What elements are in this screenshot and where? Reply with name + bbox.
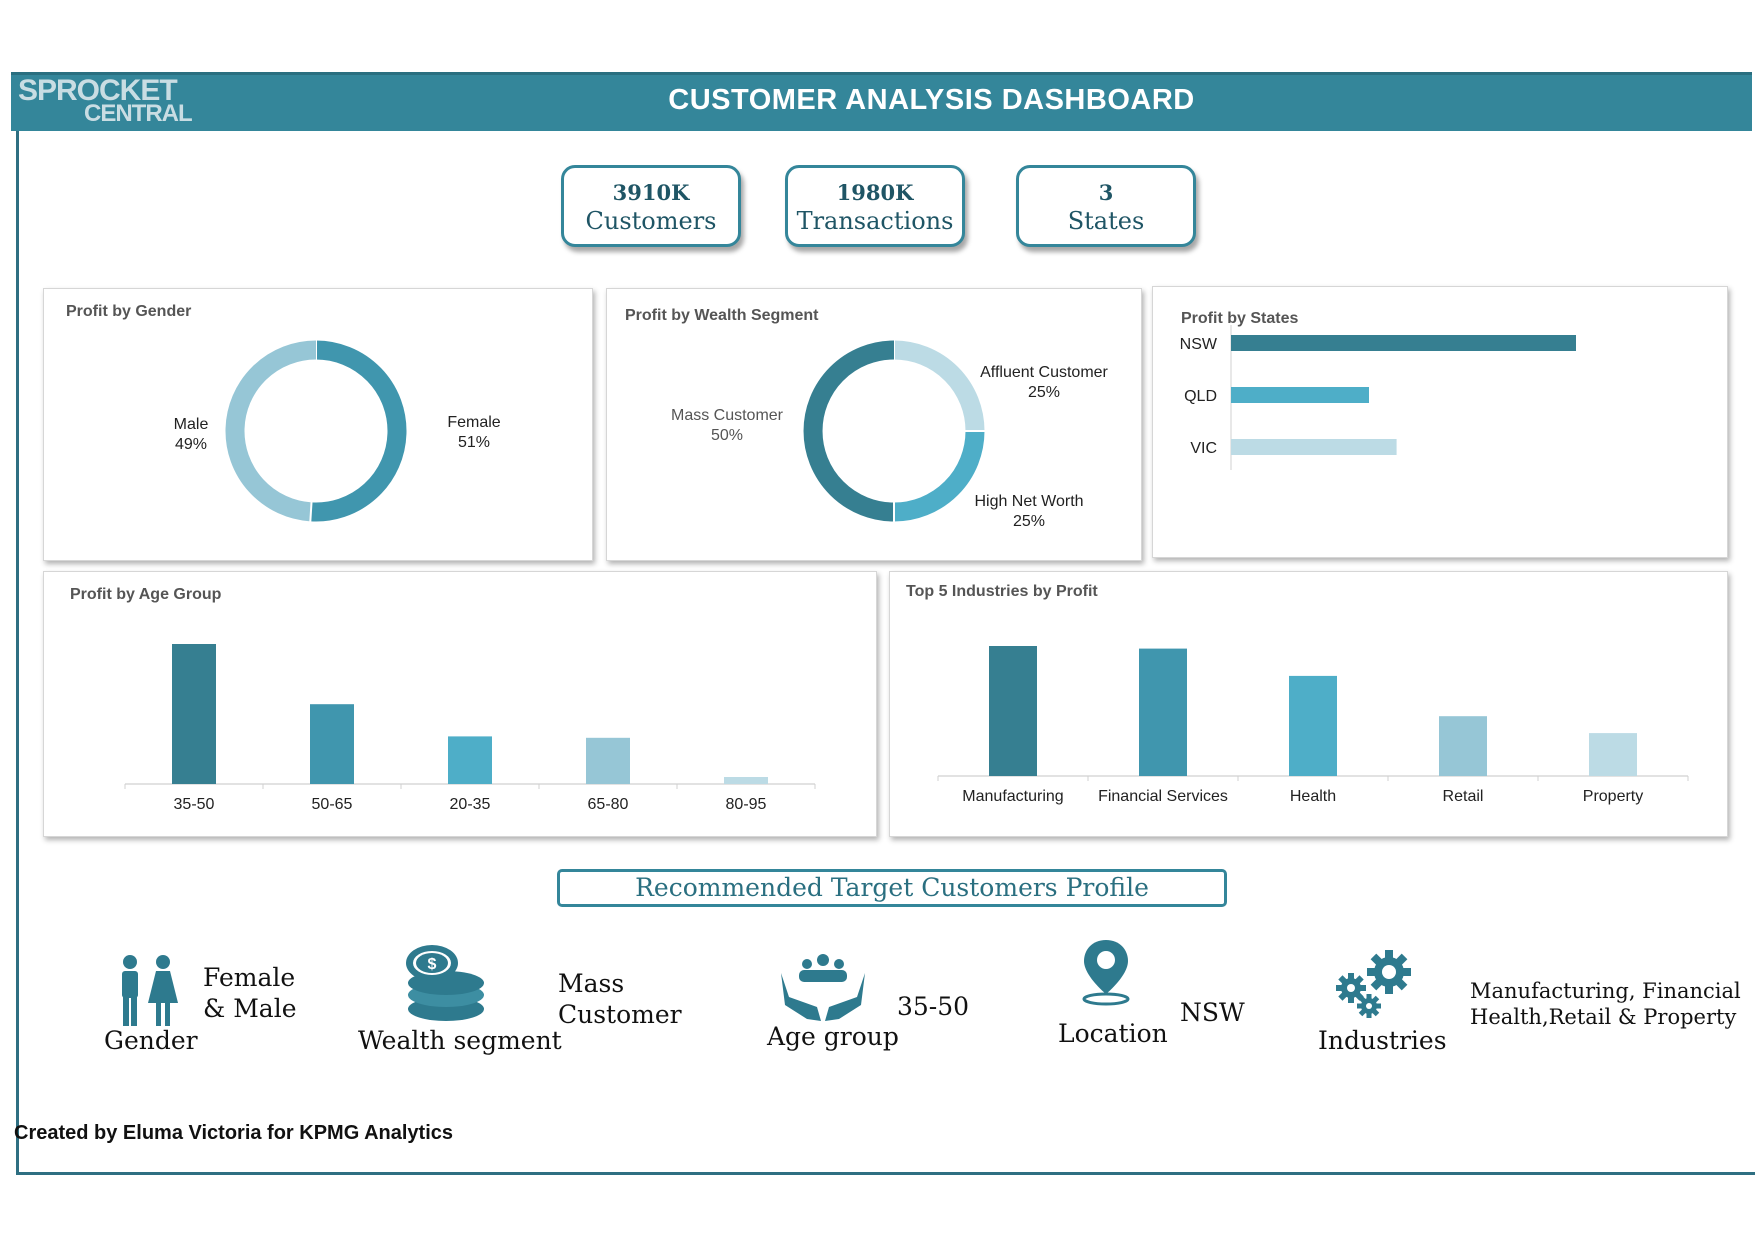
kpi-transactions: 1980K Transactions (785, 165, 965, 247)
tick-label: VIC (1190, 440, 1217, 457)
age-bar-chart: 35-50 50-65 20-35 65-80 80-95 (124, 644, 816, 813)
donut-slice-female (310, 340, 407, 522)
profile-caption-industries: Industries (1318, 1026, 1447, 1055)
donut-slice-mass (803, 340, 895, 522)
recommendation-title: Recommended Target Customers Profile (557, 869, 1227, 907)
slice-label-mass: Mass Customer 50% (670, 407, 784, 444)
tick-label: 50-65 (312, 796, 353, 813)
industries-bar-chart: Manufacturing Financial Services Health Ret… (937, 646, 1689, 805)
donut-slice-affluent (893, 340, 985, 432)
tick-label: Property (1583, 788, 1643, 805)
coins-icon: $ (406, 945, 484, 1021)
tick-label: 80-95 (726, 796, 767, 813)
profile-value-location: NSW (1180, 998, 1245, 1027)
profile-caption-gender: Gender (104, 1026, 198, 1055)
page-title: CUSTOMER ANALYSIS DASHBOARD (668, 84, 1195, 116)
bar-80-95 (724, 777, 768, 784)
states-bar-chart: NSW QLD VIC (1180, 325, 1576, 470)
profile-value-gender: Female & Male (203, 963, 297, 1023)
kpi-customers: 3910K Customers (561, 165, 741, 247)
people-icon (122, 955, 178, 1026)
group-hands-icon (781, 954, 865, 1021)
profile-caption-age: Age group (767, 1022, 899, 1051)
bar-health (1289, 675, 1337, 776)
profile-value-industries: Manufacturing, Financial Health,Retail & … (1470, 979, 1741, 1029)
donut-slice-male (225, 340, 317, 522)
bar-qld (1231, 387, 1369, 403)
bar-50-65 (310, 704, 354, 784)
tick-label: Health (1290, 788, 1336, 805)
panel-profit-by-states: Profit by States NSW QLD VIC (1152, 286, 1728, 558)
tick-label: Financial Services (1098, 788, 1228, 805)
tick-label: 20-35 (450, 796, 491, 813)
tick-label: 35-50 (174, 796, 215, 813)
bar-nsw (1231, 335, 1576, 351)
panel-top-5-industries: Top 5 Industries by Profit Manufacturing… (889, 571, 1728, 837)
tick-label: Retail (1443, 788, 1484, 805)
bar-35-50 (172, 644, 216, 784)
kpi-value: 1980K (836, 180, 914, 205)
profile-caption-location: Location (1058, 1019, 1168, 1048)
kpi-label: Transactions (796, 207, 954, 235)
tick-label: QLD (1184, 388, 1217, 405)
panel-profit-by-gender: Profit by Gender Female 51% Male 49% (43, 288, 593, 561)
tick-label: Manufacturing (962, 788, 1063, 805)
panel-profit-by-age-group: Profit by Age Group 35-50 50-65 20-35 65-80… (43, 571, 877, 837)
bar-manufacturing (989, 646, 1037, 776)
bar-vic (1231, 439, 1397, 455)
kpi-label: States (1067, 207, 1145, 235)
bar-property (1589, 733, 1637, 776)
tick-label: 65-80 (588, 796, 629, 813)
kpi-states: 3 States (1016, 165, 1196, 247)
bar-financial-services (1139, 648, 1187, 776)
bar-20-35 (448, 736, 492, 784)
svg-text:$: $ (428, 956, 437, 973)
location-pin-icon (1082, 940, 1130, 1006)
tick-label: NSW (1180, 336, 1218, 353)
slice-label-affluent: Affluent Customer 25% (980, 364, 1108, 401)
kpi-value: 3 (1098, 180, 1114, 205)
slice-separator (309, 501, 313, 523)
gears-icon (1336, 950, 1411, 1018)
profile-value-wealth: Mass Customer (558, 969, 682, 1029)
slice-label-female: Female 51% (447, 414, 501, 451)
bar-65-80 (586, 737, 630, 784)
slice-label-male: Male 49% (173, 416, 209, 453)
slice-label-high-net-worth: High Net Worth 25% (974, 493, 1084, 530)
kpi-value: 3910K (612, 180, 690, 205)
bar-retail (1439, 716, 1487, 776)
kpi-label: Customers (585, 207, 717, 235)
profile-caption-wealth: Wealth segment (358, 1026, 562, 1055)
footer-credit: Created by Eluma Victoria for KPMG Analy… (14, 1122, 454, 1144)
panel-profit-by-wealth-segment: Profit by Wealth Segment Affluent Custom… (606, 288, 1142, 561)
profile-value-age: 35-50 (897, 992, 970, 1021)
